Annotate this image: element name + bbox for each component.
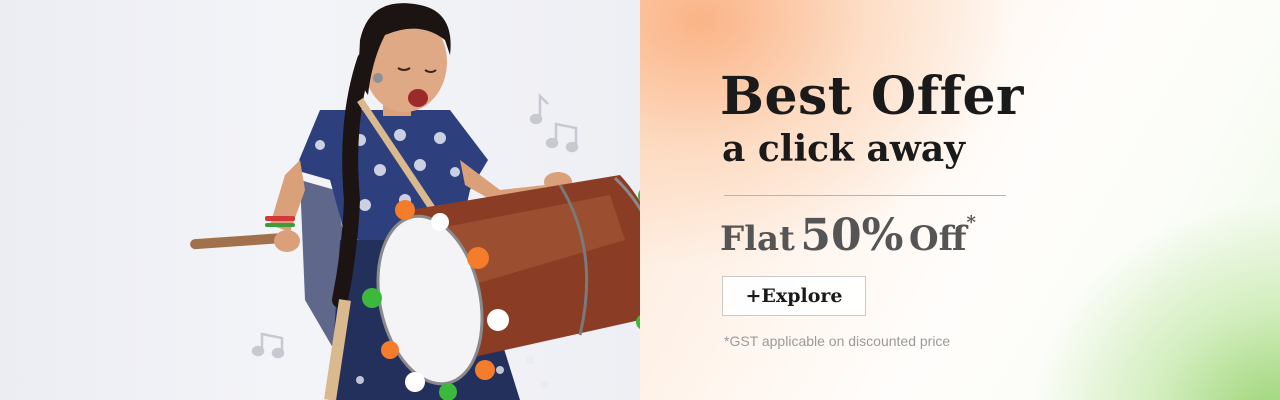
music-note-icon	[545, 122, 579, 153]
offer-banner[interactable]: Best Offer a click away Flat 50% Off* +E…	[0, 0, 1280, 400]
divider	[724, 195, 1006, 196]
offer-title: Best Offer	[720, 66, 1024, 127]
discount-suffix: Off	[909, 219, 967, 259]
music-note-icon	[251, 332, 285, 359]
girl-playing-dhol-drum-image	[190, 3, 640, 400]
discount-text: Flat 50% Off*	[720, 210, 976, 261]
gst-note: *GST applicable on discounted price	[724, 333, 951, 349]
music-note-icon	[529, 92, 549, 125]
discount-asterisk: *	[966, 212, 976, 233]
explore-button[interactable]: +Explore	[722, 276, 866, 316]
discount-prefix: Flat	[720, 219, 795, 259]
hero-photo	[0, 0, 640, 400]
offer-subtitle: a click away	[722, 128, 966, 170]
discount-value: 50%	[800, 210, 904, 261]
